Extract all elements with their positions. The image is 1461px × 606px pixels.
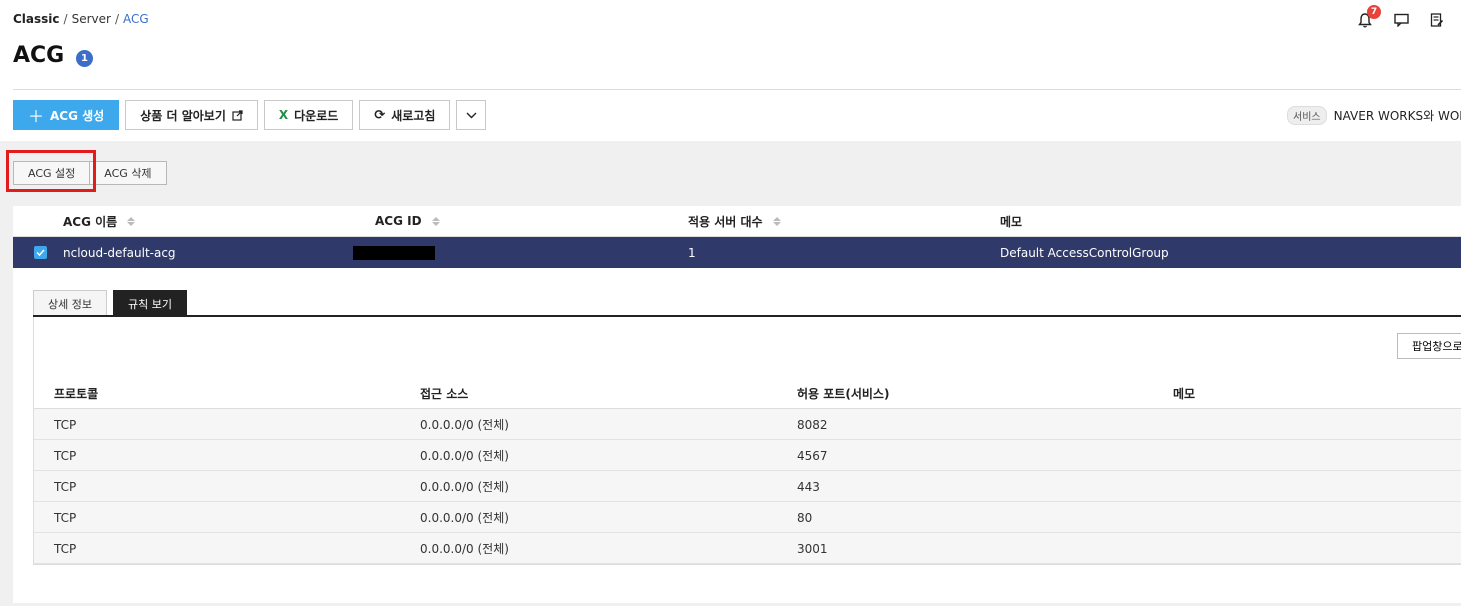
cell-port: 443 (797, 479, 820, 494)
service-tag: 서비스 (1287, 106, 1327, 125)
create-acg-label: ACG 생성 (50, 108, 105, 123)
header-divider (13, 89, 1461, 90)
refresh-button[interactable]: ⟳ 새로고침 (359, 100, 451, 130)
sort-icon (127, 216, 136, 226)
detail-tabs: 상세 정보 규칙 보기 (33, 290, 187, 316)
refresh-icon: ⟳ (374, 107, 386, 123)
bell-icon[interactable]: 7 (1355, 5, 1381, 30)
table-row[interactable]: TCP 0.0.0.0/0 (전체) 3001 (34, 533, 1461, 564)
row-acg-id-redacted (353, 237, 435, 268)
cell-protocol: TCP (54, 479, 77, 494)
row-checkbox[interactable] (34, 237, 47, 268)
top-icons: 7 (1355, 5, 1447, 30)
external-link-icon (232, 109, 243, 121)
acg-settings-button[interactable]: ACG 설정 (13, 161, 91, 185)
rules-header: 프로토콜 접근 소스 허용 포트(서비스) 메모 (34, 378, 1461, 409)
row-memo: Default AccessControlGroup (1000, 245, 1169, 260)
chat-icon[interactable] (1391, 10, 1411, 30)
page-title: ACG (13, 43, 65, 68)
title-count-badge: 1 (76, 50, 93, 67)
acg-delete-button[interactable]: ACG 삭제 (89, 161, 167, 185)
action-buttons: ACG 설정 ACG 삭제 (13, 161, 167, 185)
column-acg-name[interactable]: ACG 이름 (63, 213, 136, 230)
service-notice[interactable]: 서비스 NAVER WORKS와 WORKP (1287, 106, 1461, 125)
sort-icon (431, 216, 440, 226)
tab-detail[interactable]: 상세 정보 (33, 290, 107, 316)
refresh-label: 새로고침 (391, 108, 436, 123)
breadcrumb-separator: / (114, 12, 119, 26)
rules-table: 프로토콜 접근 소스 허용 포트(서비스) 메모 TCP 0.0.0.0/0 (… (34, 378, 1461, 564)
cell-port: 4567 (797, 448, 828, 463)
cell-protocol: TCP (54, 417, 77, 432)
breadcrumb: Classic / Server / ACG (13, 12, 149, 26)
breadcrumb-acg: ACG (122, 12, 149, 26)
download-label: 다운로드 (294, 108, 339, 123)
excel-icon: X (278, 108, 289, 122)
cell-source: 0.0.0.0/0 (전체) (420, 449, 509, 463)
column-acg-id[interactable]: ACG ID (375, 214, 440, 228)
cell-protocol: TCP (54, 510, 77, 525)
cell-source: 0.0.0.0/0 (전체) (420, 511, 509, 525)
table-row[interactable]: TCP 0.0.0.0/0 (전체) 80 (34, 502, 1461, 533)
header-port: 허용 포트(서비스) (797, 387, 890, 401)
table-row[interactable]: TCP 0.0.0.0/0 (전체) 443 (34, 471, 1461, 502)
table-row[interactable]: ncloud-default-acg 1 Default AccessContr… (13, 237, 1461, 268)
cell-source: 0.0.0.0/0 (전체) (420, 418, 509, 432)
learn-more-button[interactable]: 상품 더 알아보기 (125, 100, 258, 130)
service-text: NAVER WORKS와 WORKP (1333, 109, 1461, 123)
breadcrumb-server[interactable]: Server (72, 12, 111, 26)
cell-port: 3001 (797, 541, 828, 556)
table-row[interactable]: TCP 0.0.0.0/0 (전체) 8082 (34, 409, 1461, 440)
header-memo: 메모 (1173, 387, 1196, 401)
learn-more-label: 상품 더 알아보기 (140, 108, 226, 123)
download-button[interactable]: X 다운로드 (263, 100, 354, 130)
sort-icon (772, 216, 781, 226)
memo-edit-icon[interactable] (1427, 10, 1447, 30)
row-acg-name: ncloud-default-acg (63, 245, 176, 260)
cell-port: 80 (797, 510, 813, 525)
cell-port: 8082 (797, 417, 828, 432)
create-acg-button[interactable]: ＋ ACG 생성 (13, 100, 120, 130)
plus-icon: ＋ (28, 107, 45, 126)
toolbar: ＋ ACG 생성 상품 더 알아보기 X 다운로드 ⟳ 새로고침 (13, 100, 487, 130)
breadcrumb-classic[interactable]: Classic (13, 12, 60, 26)
column-server-count[interactable]: 적용 서버 대수 (688, 213, 781, 230)
cell-source: 0.0.0.0/0 (전체) (420, 480, 509, 494)
acg-panel: ACG 이름 ACG ID 적용 서버 대수 메모 ncloud-default… (13, 206, 1461, 603)
grid-header: ACG 이름 ACG ID 적용 서버 대수 메모 (13, 206, 1461, 237)
cell-source: 0.0.0.0/0 (전체) (420, 542, 509, 556)
row-server-count: 1 (688, 245, 696, 260)
header-source: 접근 소스 (420, 387, 469, 401)
header-protocol: 프로토콜 (54, 387, 99, 401)
popup-button[interactable]: 팝업창으로 (1397, 333, 1461, 359)
column-memo: 메모 (1000, 214, 1023, 229)
cell-protocol: TCP (54, 448, 77, 463)
table-row[interactable]: TCP 0.0.0.0/0 (전체) 4567 (34, 440, 1461, 471)
breadcrumb-separator: / (63, 12, 68, 26)
notification-badge: 7 (1367, 5, 1381, 19)
rules-panel: 팝업창으로 프로토콜 접근 소스 허용 포트(서비스) 메모 TCP 0.0.0… (33, 317, 1461, 565)
more-dropdown-button[interactable] (456, 100, 487, 130)
chevron-down-icon (466, 112, 477, 118)
tab-rules[interactable]: 규칙 보기 (112, 290, 187, 316)
cell-protocol: TCP (54, 541, 77, 556)
check-icon (34, 246, 47, 259)
